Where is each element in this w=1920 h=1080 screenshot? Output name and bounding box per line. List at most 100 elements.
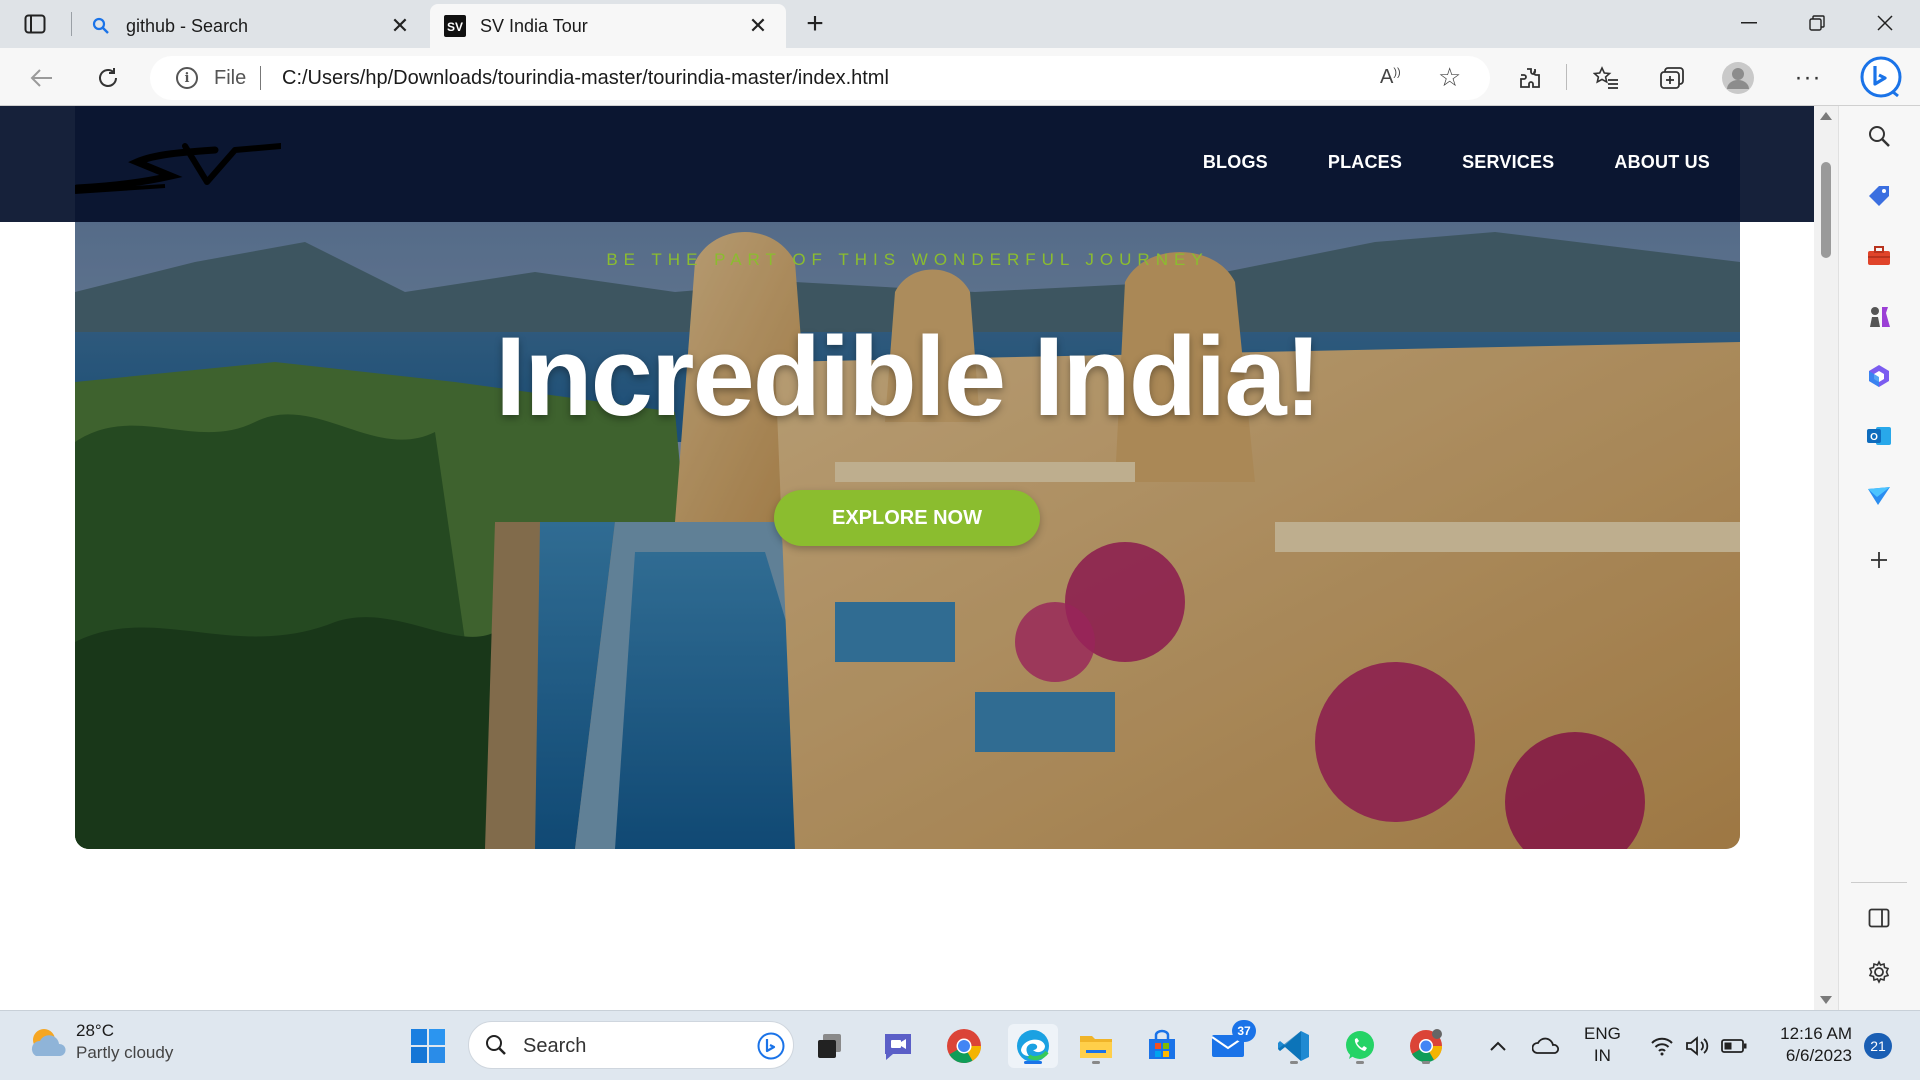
tab-bar: github - Search ✕ SV SV India Tour ✕ + <box>0 0 1920 48</box>
address-bar[interactable]: i File C:/Users/hp/Downloads/tourindia-m… <box>150 56 1490 100</box>
restore-icon[interactable] <box>1788 0 1846 46</box>
hero-title: Incredible India! <box>495 314 1322 439</box>
tab-github-search[interactable]: github - Search ✕ <box>76 4 428 48</box>
page-viewport: BLOGS PLACES SERVICES ABOUT US BE THE PA… <box>0 106 1838 1010</box>
partly-cloudy-icon <box>31 1029 66 1056</box>
sidebar-search-icon[interactable] <box>1861 118 1897 154</box>
mail-icon[interactable]: 37 <box>1206 1020 1256 1068</box>
edge-sidebar: O <box>1838 106 1920 1010</box>
sv-logo-text: SV <box>447 20 463 34</box>
microsoft-365-icon[interactable] <box>1861 358 1897 394</box>
site-info-icon[interactable]: i <box>176 67 198 89</box>
address-divider <box>260 66 261 90</box>
tab-sv-india-tour[interactable]: SV SV India Tour ✕ <box>430 4 786 48</box>
nav-link-places[interactable]: PLACES <box>1328 152 1402 173</box>
more-options-icon[interactable]: ··· <box>1790 60 1826 96</box>
sidebar-settings-gear-icon[interactable] <box>1861 954 1897 990</box>
outlook-icon[interactable]: O <box>1861 418 1897 454</box>
refresh-icon[interactable] <box>90 60 126 96</box>
onedrive-cloud-icon[interactable] <box>1528 1024 1564 1068</box>
windows-taskbar: 28°C Partly cloudy Search 37 ENG IN 12:1… <box>0 1010 1920 1080</box>
wifi-icon[interactable] <box>1644 1024 1680 1068</box>
nav-link-blogs[interactable]: BLOGS <box>1203 152 1268 173</box>
bing-copilot-icon[interactable] <box>1858 54 1904 100</box>
tab-title: github - Search <box>126 15 249 36</box>
tab-separator <box>71 12 72 36</box>
explore-now-button[interactable]: EXPLORE NOW <box>774 490 1040 546</box>
active-app-indicator <box>1024 1061 1042 1064</box>
minimize-icon[interactable] <box>1720 0 1778 46</box>
games-chess-icon[interactable] <box>1861 298 1897 334</box>
teams-chat-icon[interactable] <box>876 1024 920 1068</box>
favorite-star-icon[interactable]: ☆ <box>1438 62 1461 93</box>
hide-sidebar-icon[interactable] <box>1861 900 1897 936</box>
running-app-indicator <box>1092 1061 1100 1064</box>
weather-condition: Partly cloudy <box>76 1043 174 1062</box>
volume-icon[interactable] <box>1680 1024 1716 1068</box>
file-explorer-icon[interactable] <box>1074 1024 1118 1068</box>
nav-link-services[interactable]: SERVICES <box>1462 152 1554 173</box>
svg-text:O: O <box>1870 432 1878 443</box>
favorites-icon[interactable] <box>1588 60 1624 96</box>
hero-section: BE THE PART OF THIS WONDERFUL JOURNEY In… <box>75 222 1740 849</box>
shopping-tag-icon[interactable] <box>1861 178 1897 214</box>
windows-start-icon[interactable] <box>406 1024 450 1068</box>
tools-briefcase-icon[interactable] <box>1861 238 1897 274</box>
language-region: IN <box>1593 1046 1611 1065</box>
search-icon <box>90 15 112 37</box>
notification-center-badge[interactable]: 21 <box>1864 1033 1892 1059</box>
sidebar-divider <box>1851 882 1907 883</box>
collections-icon[interactable] <box>1654 60 1690 96</box>
hero-tagline: BE THE PART OF THIS WONDERFUL JOURNEY <box>606 250 1209 269</box>
chrome-profile-icon[interactable] <box>1404 1024 1448 1068</box>
bing-icon <box>757 1032 785 1060</box>
input-language-indicator[interactable]: ENG IN <box>1584 1023 1621 1067</box>
tab-actions-menu-icon[interactable] <box>18 10 52 38</box>
add-sidebar-app-icon[interactable] <box>1861 542 1897 578</box>
edge-browser-icon[interactable] <box>1008 1024 1058 1068</box>
clock-date: 6/6/2023 <box>1785 1046 1852 1065</box>
back-icon[interactable] <box>24 60 60 96</box>
vscode-icon[interactable] <box>1272 1024 1316 1068</box>
scrollbar-thumb[interactable] <box>1821 162 1831 258</box>
search-placeholder: Search <box>523 1035 587 1057</box>
toolbar-divider <box>1566 64 1567 90</box>
read-aloud-icon[interactable]: A)) <box>1380 66 1401 89</box>
close-tab-icon[interactable]: ✕ <box>744 12 772 40</box>
scheme-label: File <box>214 67 247 89</box>
mail-unread-badge: 37 <box>1232 1020 1256 1042</box>
scroll-down-arrow-icon[interactable] <box>1820 996 1832 1004</box>
profile-avatar-icon[interactable] <box>1720 60 1756 96</box>
tab-title: SV India Tour <box>480 15 588 36</box>
scroll-up-arrow-icon[interactable] <box>1820 112 1832 120</box>
main-nav: BLOGS PLACES SERVICES ABOUT US <box>1203 152 1710 173</box>
search-icon <box>486 1035 506 1055</box>
weather-widget[interactable]: 28°C Partly cloudy <box>28 1021 173 1063</box>
site-navbar: BLOGS PLACES SERVICES ABOUT US <box>73 106 1740 222</box>
chrome-icon[interactable] <box>942 1024 986 1068</box>
url-text[interactable]: C:/Users/hp/Downloads/tourindia-master/t… <box>282 67 889 90</box>
system-clock[interactable]: 12:16 AM 6/6/2023 <box>1770 1023 1852 1067</box>
show-hidden-icons-chevron-icon[interactable] <box>1480 1024 1516 1068</box>
language-code: ENG <box>1584 1024 1621 1043</box>
close-tab-icon[interactable]: ✕ <box>386 12 414 40</box>
clock-time: 12:16 AM <box>1780 1024 1852 1043</box>
running-app-indicator <box>1356 1061 1364 1064</box>
sv-logo[interactable] <box>73 136 284 200</box>
browser-toolbar: i File C:/Users/hp/Downloads/tourindia-m… <box>0 48 1920 106</box>
task-view-icon[interactable] <box>808 1024 852 1068</box>
microsoft-store-icon[interactable] <box>1140 1024 1184 1068</box>
page-scrollbar[interactable] <box>1814 106 1838 1010</box>
drop-send-icon[interactable] <box>1861 478 1897 514</box>
running-app-indicator <box>1422 1061 1430 1064</box>
new-tab-button[interactable]: + <box>798 7 832 40</box>
taskbar-search-input[interactable]: Search <box>468 1021 794 1069</box>
whatsapp-icon[interactable] <box>1338 1024 1382 1068</box>
battery-icon[interactable] <box>1716 1024 1752 1068</box>
weather-temperature: 28°C <box>76 1021 114 1040</box>
close-window-icon[interactable] <box>1856 0 1914 46</box>
sv-logo-icon: SV <box>444 15 466 37</box>
running-app-indicator <box>1290 1061 1298 1064</box>
extensions-icon[interactable] <box>1512 60 1548 96</box>
nav-link-about-us[interactable]: ABOUT US <box>1614 152 1710 173</box>
